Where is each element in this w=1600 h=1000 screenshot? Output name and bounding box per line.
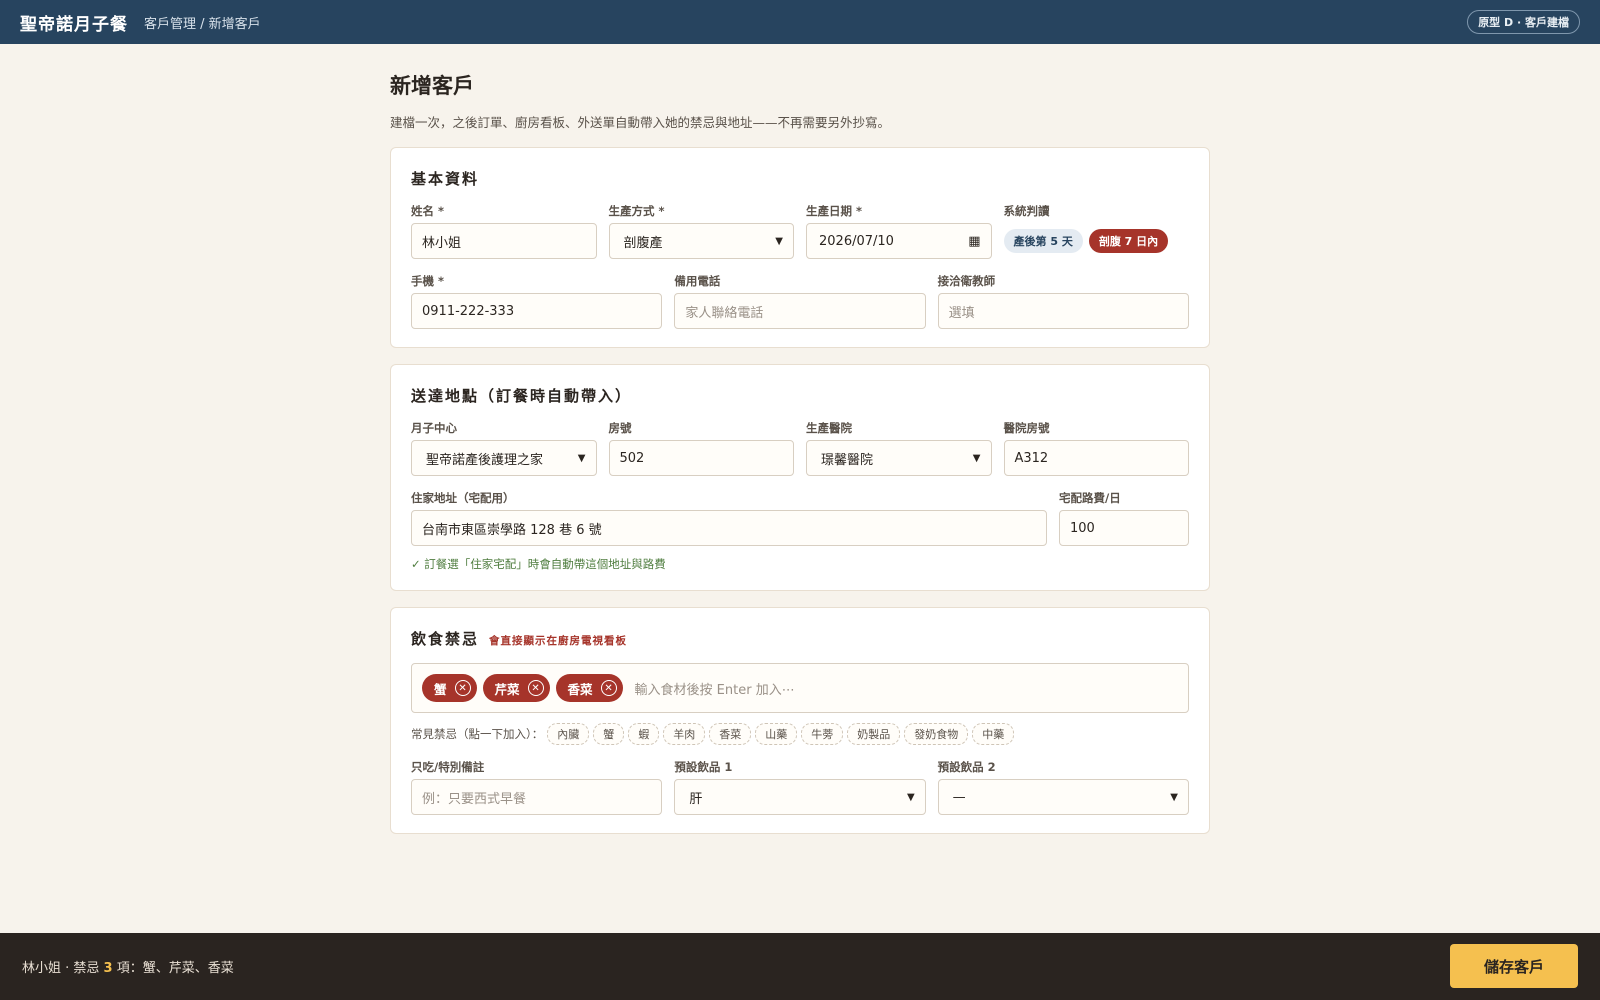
top-bar: 聖帝諾月子餐 客戶管理 / 新增客戶 原型 D · 客戶建檔 — [0, 0, 1600, 44]
address-label: 住家地址（宅配用） — [411, 491, 515, 505]
csection-badge: 剖腹 7 日內 — [1088, 229, 1169, 253]
footer-summary: 林小姐 · 禁忌 3 項：蟹、芹菜、香菜 — [22, 957, 234, 976]
system-badges: 產後第 5 天 剖腹 7 日內 — [1003, 223, 1190, 259]
chevron-down-icon: ▼ — [972, 452, 981, 464]
taboo-tag: 蟹 ✕ — [422, 674, 477, 702]
drink1-label: 預設飲品 1 — [674, 760, 733, 774]
page-title: 新增客戶 — [390, 73, 474, 98]
hospital-select[interactable]: 璟馨醫院 ▼ — [806, 440, 992, 476]
diet-title: 飲食禁忌 會直接顯示在廚房電視看板 — [411, 628, 1189, 649]
chevron-down-icon: ▼ — [775, 235, 783, 247]
calendar-icon[interactable]: ▦ — [968, 234, 980, 249]
system-judgement-label: 系統判讀 — [1003, 204, 1050, 218]
room-input[interactable]: 502 — [608, 440, 794, 476]
summary-name: 林小姐 — [22, 961, 62, 976]
close-icon[interactable]: ✕ — [454, 680, 471, 696]
birth-date-value: 2026/07/10 — [819, 233, 894, 249]
drink2-value: — — [952, 789, 966, 805]
diet-note: 會直接顯示在廚房電視看板 — [489, 635, 628, 647]
prototype-badge: 原型 D · 客戶建檔 — [1467, 10, 1580, 34]
common-taboo-chip[interactable]: 發奶食物 — [904, 723, 969, 745]
hospital-label: 生產醫院 — [806, 421, 852, 435]
delivery-title: 送達地點（訂餐時自動帶入） — [411, 387, 633, 405]
common-taboo-chip[interactable]: 蟹 — [593, 723, 625, 745]
birth-date-label: 生產日期 * — [806, 204, 863, 218]
page-subtitle: 建檔一次，之後訂單、廚房看板、外送單自動帶入她的禁忌與地址——不再需要另外抄寫。 — [390, 115, 891, 130]
taboo-tag: 香菜 ✕ — [555, 674, 623, 702]
taboo-tag-input[interactable]: 蟹 ✕ 芹菜 ✕ 香菜 ✕ 輸入食材後按 Enter 加入⋯ — [411, 663, 1189, 713]
birth-date-input[interactable]: 2026/07/10 ▦ — [806, 223, 992, 259]
drink2-select[interactable]: — ▼ — [937, 779, 1189, 815]
summary-suffix: 項：蟹、芹菜、香菜 — [112, 961, 234, 976]
drink2-label: 預設飲品 2 — [937, 760, 996, 774]
common-taboo-chip[interactable]: 山藥 — [755, 723, 798, 745]
educator-input[interactable]: 選填 — [937, 293, 1189, 329]
fee-label: 宅配路費/日 — [1059, 491, 1121, 505]
save-customer-button[interactable]: 儲存客戶 — [1450, 944, 1578, 988]
brand-logo[interactable]: 聖帝諾月子餐 — [20, 10, 128, 35]
common-taboo-chip[interactable]: 內臟 — [547, 723, 590, 745]
name-label: 姓名 * — [411, 204, 445, 218]
summary-prefix: · 禁忌 — [61, 961, 104, 976]
hospital-value: 璟馨醫院 — [821, 452, 874, 468]
special-note-label: 只吃/特別備註 — [411, 760, 485, 774]
address-input[interactable]: 台南市東區崇學路 128 巷 6 號 — [411, 510, 1047, 546]
room-label: 房號 — [608, 421, 632, 435]
main-content: 新增客戶 建檔一次，之後訂單、廚房看板、外送單自動帶入她的禁忌與地址——不再需要… — [390, 44, 1210, 834]
chevron-down-icon: ▼ — [1170, 791, 1178, 803]
summary-count: 3 — [103, 961, 113, 976]
center-select[interactable]: 聖帝諾產後護理之家 ▼ — [411, 440, 597, 476]
alt-phone-input[interactable]: 家人聯絡電話 — [674, 293, 926, 329]
taboo-text-input[interactable]: 輸入食材後按 Enter 加入⋯ — [635, 679, 795, 698]
diet-card: 飲食禁忌 會直接顯示在廚房電視看板 蟹 ✕ 芹菜 ✕ 香菜 ✕ 輸入食材後按 E… — [390, 607, 1210, 834]
postpartum-day-badge: 產後第 5 天 — [1003, 229, 1083, 253]
close-icon[interactable]: ✕ — [600, 680, 617, 696]
hospital-room-label: 醫院房號 — [1003, 421, 1050, 435]
common-taboo-chip[interactable]: 羊肉 — [663, 723, 706, 745]
center-value: 聖帝諾產後護理之家 — [426, 452, 544, 468]
educator-label: 接洽衛教師 — [937, 274, 996, 288]
common-taboo-chip[interactable]: 蝦 — [628, 723, 660, 745]
taboo-tag: 芹菜 ✕ — [482, 674, 550, 702]
fee-input[interactable]: 100 — [1059, 510, 1189, 546]
delivery-hint: ✓ 訂餐選「住家宅配」時會自動帶這個地址與路費 — [411, 557, 666, 571]
basic-info-card: 基本資料 姓名 * 林小姐 生產方式 * 剖腹產 ▼ 生產日期 * 2026/0… — [390, 147, 1210, 348]
center-label: 月子中心 — [411, 421, 457, 435]
alt-phone-label: 備用電話 — [674, 274, 721, 288]
diet-title-text: 飲食禁忌 — [411, 630, 480, 648]
common-taboo-chip[interactable]: 中藥 — [972, 723, 1015, 745]
name-input[interactable]: 林小姐 — [411, 223, 597, 259]
birth-method-label: 生產方式 * — [608, 204, 665, 218]
common-taboo-chip[interactable]: 牛蒡 — [801, 723, 844, 745]
taboo-tag-label: 香菜 — [567, 681, 593, 697]
chevron-down-icon: ▼ — [577, 452, 586, 464]
basic-info-title: 基本資料 — [411, 170, 480, 188]
drink1-select[interactable]: 肝 ▼ — [674, 779, 926, 815]
chevron-down-icon: ▼ — [906, 791, 915, 803]
phone-input[interactable]: 0911-222-333 — [411, 293, 663, 329]
breadcrumb[interactable]: 客戶管理 / 新增客戶 — [144, 13, 261, 32]
footer-bar: 林小姐 · 禁忌 3 項：蟹、芹菜、香菜 儲存客戶 — [0, 933, 1600, 1000]
delivery-card: 送達地點（訂餐時自動帶入） 月子中心 聖帝諾產後護理之家 ▼ 房號 502 生產… — [390, 364, 1210, 591]
taboo-tag-label: 蟹 — [434, 681, 447, 697]
birth-method-select[interactable]: 剖腹產 ▼ — [608, 223, 794, 259]
common-taboo-chip[interactable]: 奶製品 — [847, 723, 901, 745]
close-icon[interactable]: ✕ — [527, 680, 544, 696]
common-taboos-label: 常見禁忌（點一下加入）： — [411, 727, 544, 741]
drink1-value: 肝 — [689, 791, 703, 807]
common-taboos: 常見禁忌（點一下加入）： 內臟 蟹 蝦 羊肉 香菜 山藥 牛蒡 奶製品 發奶食物… — [411, 723, 1189, 745]
hospital-room-input[interactable]: A312 — [1003, 440, 1189, 476]
taboo-tag-label: 芹菜 — [494, 681, 520, 697]
birth-method-value: 剖腹產 — [623, 235, 663, 251]
phone-label: 手機 * — [411, 274, 445, 288]
common-taboo-chip[interactable]: 香菜 — [709, 723, 752, 745]
special-note-input[interactable]: 例：只要西式早餐 — [411, 779, 663, 815]
